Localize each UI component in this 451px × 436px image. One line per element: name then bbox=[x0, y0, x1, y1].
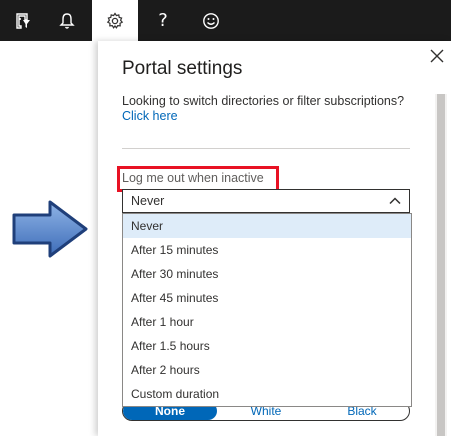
portal-settings-panel: Portal settings Looking to switch direct… bbox=[98, 41, 451, 436]
background-area bbox=[0, 41, 98, 436]
bell-icon bbox=[59, 12, 75, 29]
question-icon: ? bbox=[158, 10, 168, 31]
smiley-icon bbox=[203, 12, 219, 29]
option-2-hours[interactable]: After 2 hours bbox=[123, 358, 411, 382]
panel-scrollbar[interactable] bbox=[435, 94, 447, 436]
chevron-up-icon bbox=[389, 197, 401, 205]
help-button[interactable]: ? bbox=[140, 0, 186, 41]
click-here-link[interactable]: Click here bbox=[122, 109, 178, 123]
notifications-button[interactable] bbox=[44, 0, 90, 41]
option-15-minutes[interactable]: After 15 minutes bbox=[123, 238, 411, 262]
gear-icon bbox=[106, 11, 124, 29]
top-bar: ? bbox=[0, 0, 451, 41]
option-1-5-hours[interactable]: After 1.5 hours bbox=[123, 334, 411, 358]
divider bbox=[122, 148, 410, 149]
filter-directory-icon bbox=[16, 12, 30, 29]
option-custom-duration[interactable]: Custom duration bbox=[123, 382, 411, 406]
scrollbar-thumb[interactable] bbox=[437, 94, 445, 436]
select-value: Never bbox=[131, 194, 165, 208]
close-icon[interactable] bbox=[430, 49, 444, 63]
settings-button[interactable] bbox=[92, 0, 138, 41]
logout-duration-dropdown: Never After 15 minutes After 30 minutes … bbox=[122, 213, 412, 407]
page-title: Portal settings bbox=[122, 58, 243, 79]
feedback-button[interactable] bbox=[188, 0, 234, 41]
switch-directories-text: Looking to switch directories or filter … bbox=[122, 94, 405, 108]
option-never[interactable]: Never bbox=[123, 214, 411, 238]
pointer-arrow-icon bbox=[12, 200, 88, 258]
logout-duration-select[interactable]: Never bbox=[122, 189, 410, 213]
filter-directory-button[interactable] bbox=[0, 0, 46, 41]
option-45-minutes[interactable]: After 45 minutes bbox=[123, 286, 411, 310]
option-30-minutes[interactable]: After 30 minutes bbox=[123, 262, 411, 286]
option-1-hour[interactable]: After 1 hour bbox=[123, 310, 411, 334]
